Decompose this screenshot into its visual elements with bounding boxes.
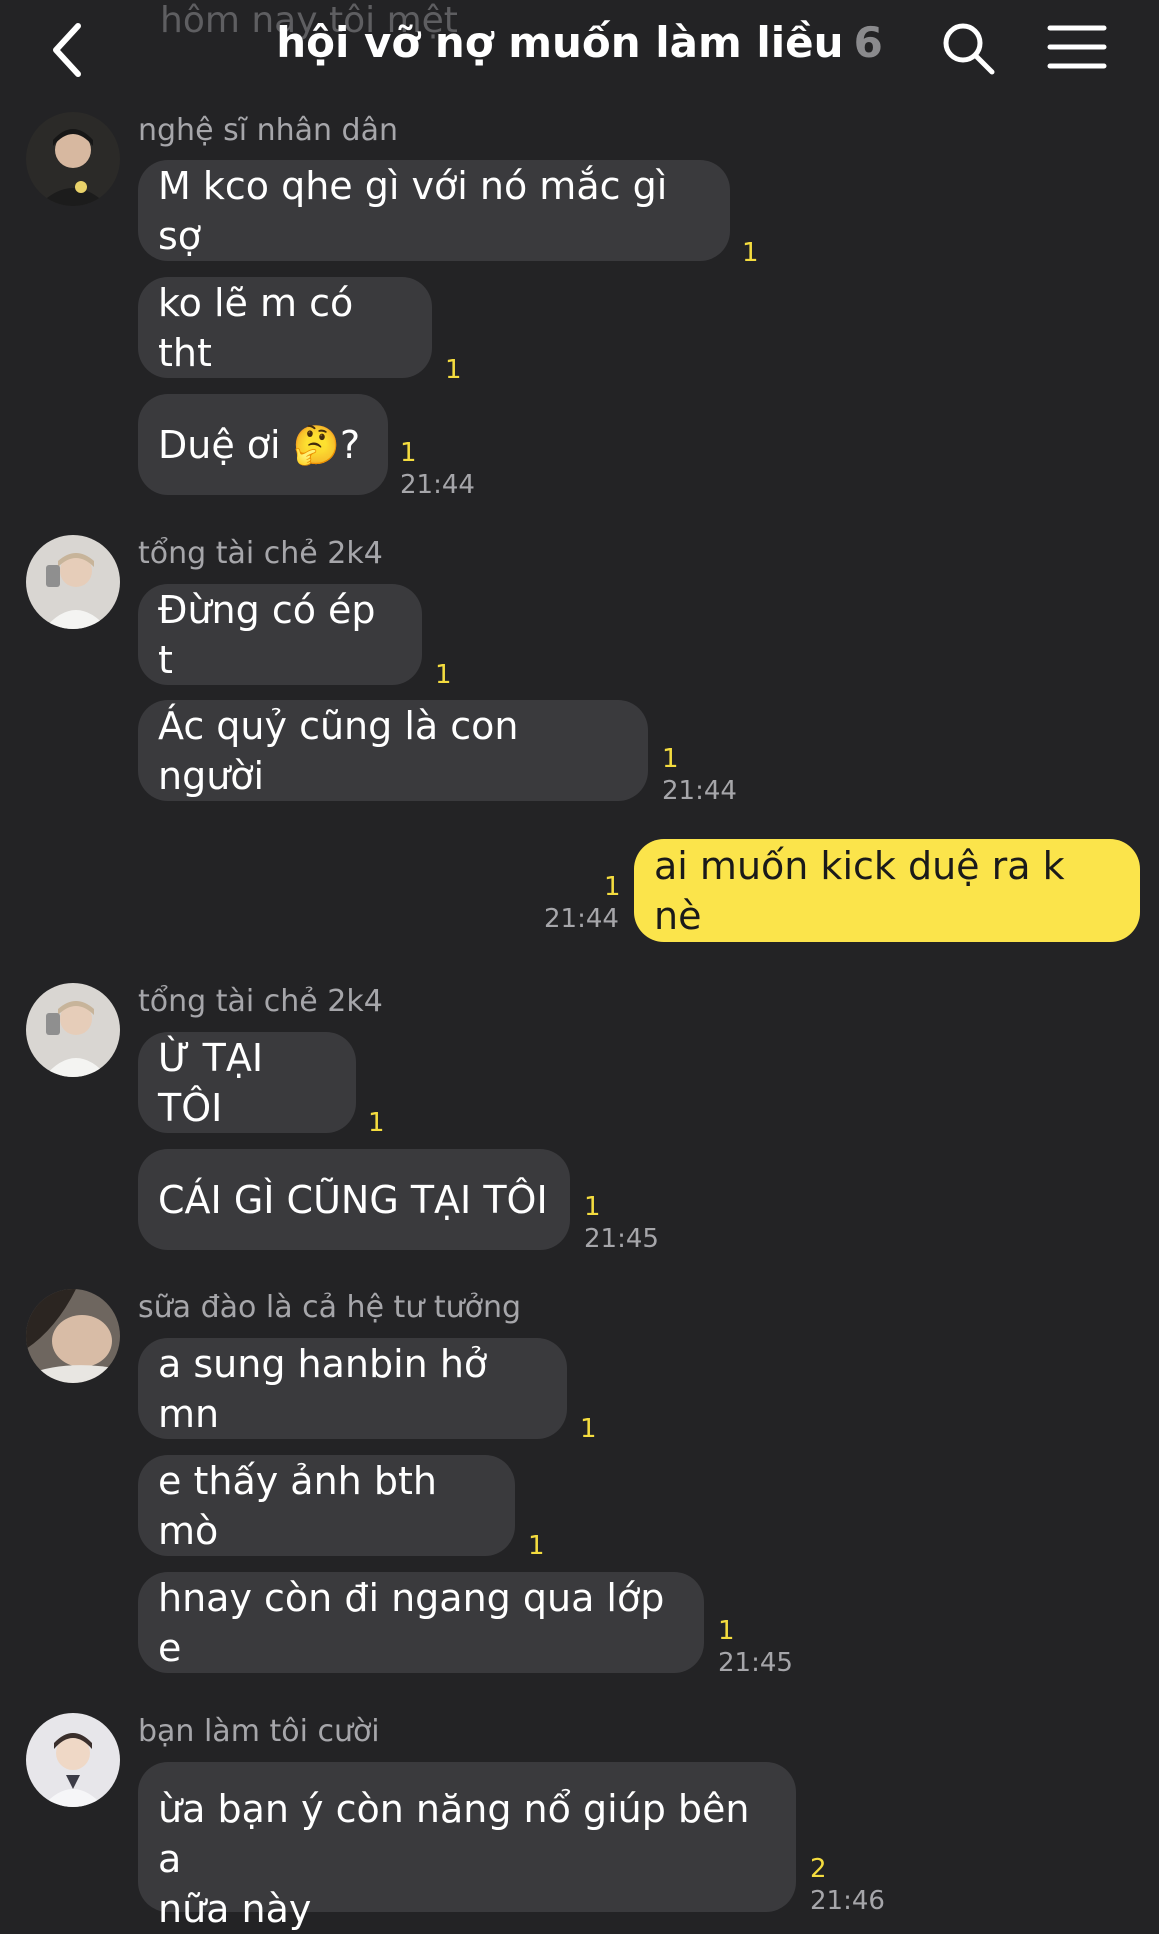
message-bubble[interactable]: Duệ ơi 🤔? bbox=[138, 394, 388, 495]
message-bubble[interactable]: e thấy ảnh bth mò bbox=[138, 1455, 515, 1556]
message-time: 21:44 bbox=[400, 470, 475, 500]
message-text: Ừ TẠI TÔI bbox=[158, 1035, 264, 1130]
unread-count: 1 bbox=[718, 1616, 735, 1646]
unread-count: 1 bbox=[662, 744, 679, 774]
chat-title-text: hội vỡ nợ muốn làm liều bbox=[276, 18, 844, 67]
sender-name: tổng tài chẻ 2k4 bbox=[138, 536, 383, 571]
message-bubble[interactable]: Đừng có ép t bbox=[138, 584, 422, 685]
member-count: 6 bbox=[853, 18, 883, 67]
chat-header: hôm nay tôi mệt hội vỡ nợ muốn làm liều 6 bbox=[0, 0, 1159, 100]
unread-count: 1 bbox=[445, 355, 462, 385]
message-text: ko lẽ m có tht bbox=[158, 280, 354, 375]
sender-name: nghệ sĩ nhân dân bbox=[138, 113, 398, 148]
message-bubble[interactable]: M kco qhe gì với nó mắc gì sợ bbox=[138, 160, 730, 261]
avatar[interactable] bbox=[26, 983, 120, 1077]
menu-icon[interactable] bbox=[1046, 22, 1108, 72]
message-bubble[interactable]: a sung hanbin hở mn bbox=[138, 1338, 567, 1439]
message-text: Duệ ơi 🤔? bbox=[158, 422, 361, 467]
unread-count: 2 bbox=[810, 1854, 827, 1884]
avatar[interactable] bbox=[26, 112, 120, 206]
my-message-bubble[interactable]: ai muốn kick duệ ra k nè bbox=[634, 839, 1140, 942]
message-time: 21:44 bbox=[544, 904, 619, 934]
unread-count: 1 bbox=[580, 1414, 597, 1444]
message-bubble[interactable]: ko lẽ m có tht bbox=[138, 277, 432, 378]
message-time: 21:45 bbox=[584, 1224, 659, 1254]
message-bubble[interactable]: ừa bạn ý còn năng nổ giúp bên a nữa này bbox=[138, 1762, 796, 1931]
message-time: 21:46 bbox=[810, 1886, 885, 1916]
message-time: 21:45 bbox=[718, 1648, 793, 1678]
sender-name: sữa đào là cả hệ tư tưởng bbox=[138, 1290, 522, 1325]
unread-count: 1 bbox=[604, 872, 621, 902]
sender-name: bạn làm tôi cười bbox=[138, 1714, 380, 1749]
unread-count: 1 bbox=[584, 1192, 601, 1222]
avatar[interactable] bbox=[26, 535, 120, 629]
search-icon[interactable] bbox=[940, 20, 996, 76]
message-bubble[interactable]: CÁI GÌ CŨNG TẠI TÔI bbox=[138, 1149, 570, 1250]
message-bubble[interactable]: Ừ TẠI TÔI bbox=[138, 1032, 356, 1133]
message-bubble[interactable]: hnay còn đi ngang qua lớp e bbox=[138, 1572, 704, 1673]
message-text-line: nữa này bbox=[158, 1887, 312, 1931]
avatar[interactable] bbox=[26, 1289, 120, 1383]
avatar[interactable] bbox=[26, 1713, 120, 1807]
message-text: Đừng có ép t bbox=[158, 587, 376, 682]
message-text-line: ừa bạn ý còn năng nổ giúp bên a bbox=[158, 1787, 750, 1881]
message-text: hnay còn đi ngang qua lớp e bbox=[158, 1575, 665, 1670]
message-text: a sung hanbin hở mn bbox=[158, 1341, 488, 1436]
message-bubble[interactable]: Ác quỷ cũng là con người bbox=[138, 700, 648, 801]
unread-count: 1 bbox=[435, 660, 452, 690]
unread-count: 1 bbox=[742, 238, 759, 268]
message-time: 21:44 bbox=[662, 776, 737, 806]
message-text: Ác quỷ cũng là con người bbox=[158, 703, 519, 798]
message-text: ai muốn kick duệ ra k nè bbox=[654, 843, 1065, 938]
message-text: e thấy ảnh bth mò bbox=[158, 1458, 437, 1553]
unread-count: 1 bbox=[368, 1108, 385, 1138]
unread-count: 1 bbox=[400, 438, 417, 468]
message-text: M kco qhe gì với nó mắc gì sợ bbox=[158, 163, 668, 258]
message-text: CÁI GÌ CŨNG TẠI TÔI bbox=[158, 1177, 548, 1222]
sender-name: tổng tài chẻ 2k4 bbox=[138, 984, 383, 1019]
unread-count: 1 bbox=[528, 1531, 545, 1561]
